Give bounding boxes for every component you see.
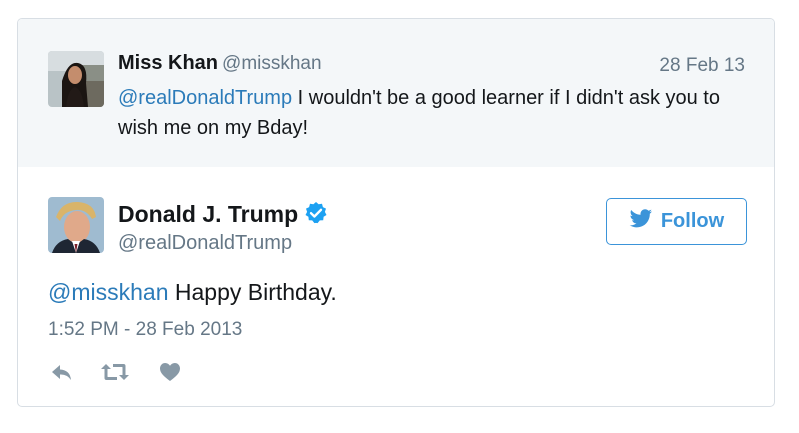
heart-icon[interactable] [158, 360, 182, 384]
main-tweet-body: Happy Birthday. [168, 279, 337, 305]
main-tweet-mention[interactable]: @misskhan [48, 279, 169, 305]
main-tweet-text: @misskhan Happy Birthday. [48, 279, 337, 306]
parent-author-name[interactable]: Miss Khan @misskhan [118, 52, 322, 75]
parent-author-handle[interactable]: @misskhan [222, 53, 322, 74]
retweet-icon[interactable] [100, 360, 130, 384]
parent-tweet-mention[interactable]: @realDonaldTrump [118, 87, 292, 109]
main-author-name[interactable]: Donald J. Trump [118, 201, 328, 231]
parent-author-avatar[interactable] [48, 51, 104, 107]
twitter-bird-icon [629, 208, 653, 235]
reply-icon[interactable] [48, 360, 76, 384]
follow-button[interactable]: Follow [606, 198, 747, 245]
parent-tweet-text: @realDonaldTrump I wouldn't be a good le… [118, 83, 738, 143]
tweet-actions [48, 360, 182, 384]
verified-badge-icon [304, 201, 328, 231]
parent-tweet-date[interactable]: 28 Feb 13 [659, 55, 745, 77]
tweet-timestamp[interactable]: 1:52 PM - 28 Feb 2013 [48, 319, 242, 341]
parent-author-display-name[interactable]: Miss Khan [118, 52, 218, 74]
parent-tweet[interactable]: Miss Khan @misskhan 28 Feb 13 @realDonald… [18, 19, 774, 167]
main-author-handle[interactable]: @realDonaldTrump [118, 232, 292, 255]
follow-button-label: Follow [660, 210, 725, 232]
main-author-display-name[interactable]: Donald J. Trump [118, 201, 298, 227]
main-author-avatar[interactable] [48, 197, 104, 253]
embedded-tweet-card: Miss Khan @misskhan 28 Feb 13 @realDonald… [17, 18, 775, 407]
